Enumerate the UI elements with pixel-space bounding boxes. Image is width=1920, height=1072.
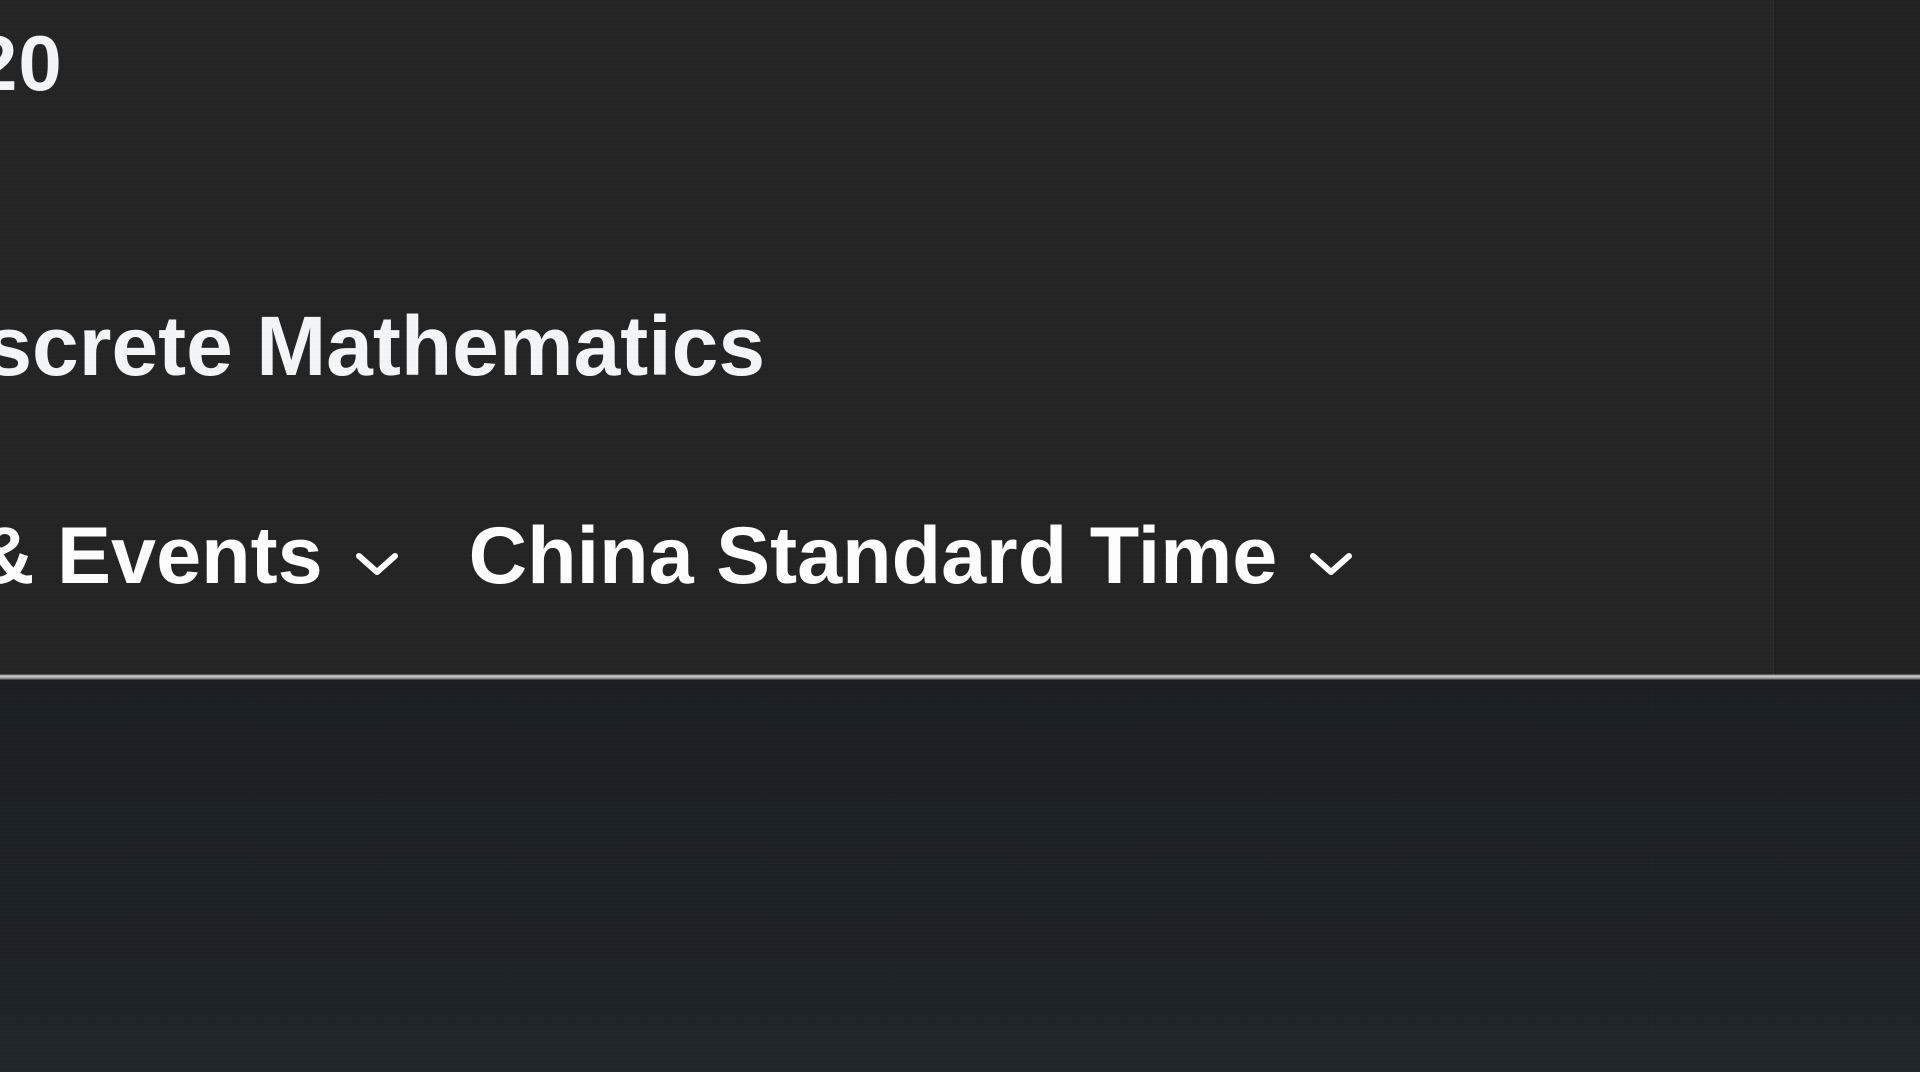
events-filter-label: & Events: [0, 511, 323, 601]
course-title: iscrete Mathematics: [0, 299, 766, 393]
panel-divider: [0, 674, 1920, 680]
chevron-down-icon: [1307, 546, 1355, 580]
timezone-dropdown[interactable]: China Standard Time: [469, 516, 1356, 597]
calendar-header-panel: 20 iscrete Mathematics & Events China St…: [0, 0, 1774, 676]
calendar-screen: 20 iscrete Mathematics & Events China St…: [0, 0, 1920, 1072]
filter-toolbar: & Events China Standard Time: [0, 516, 1355, 597]
events-filter-dropdown[interactable]: & Events: [0, 516, 401, 597]
chevron-down-icon: [353, 546, 401, 580]
year-label: 20: [0, 19, 63, 107]
right-side-panel: [1774, 0, 1920, 676]
timezone-label: China Standard Time: [468, 511, 1278, 601]
